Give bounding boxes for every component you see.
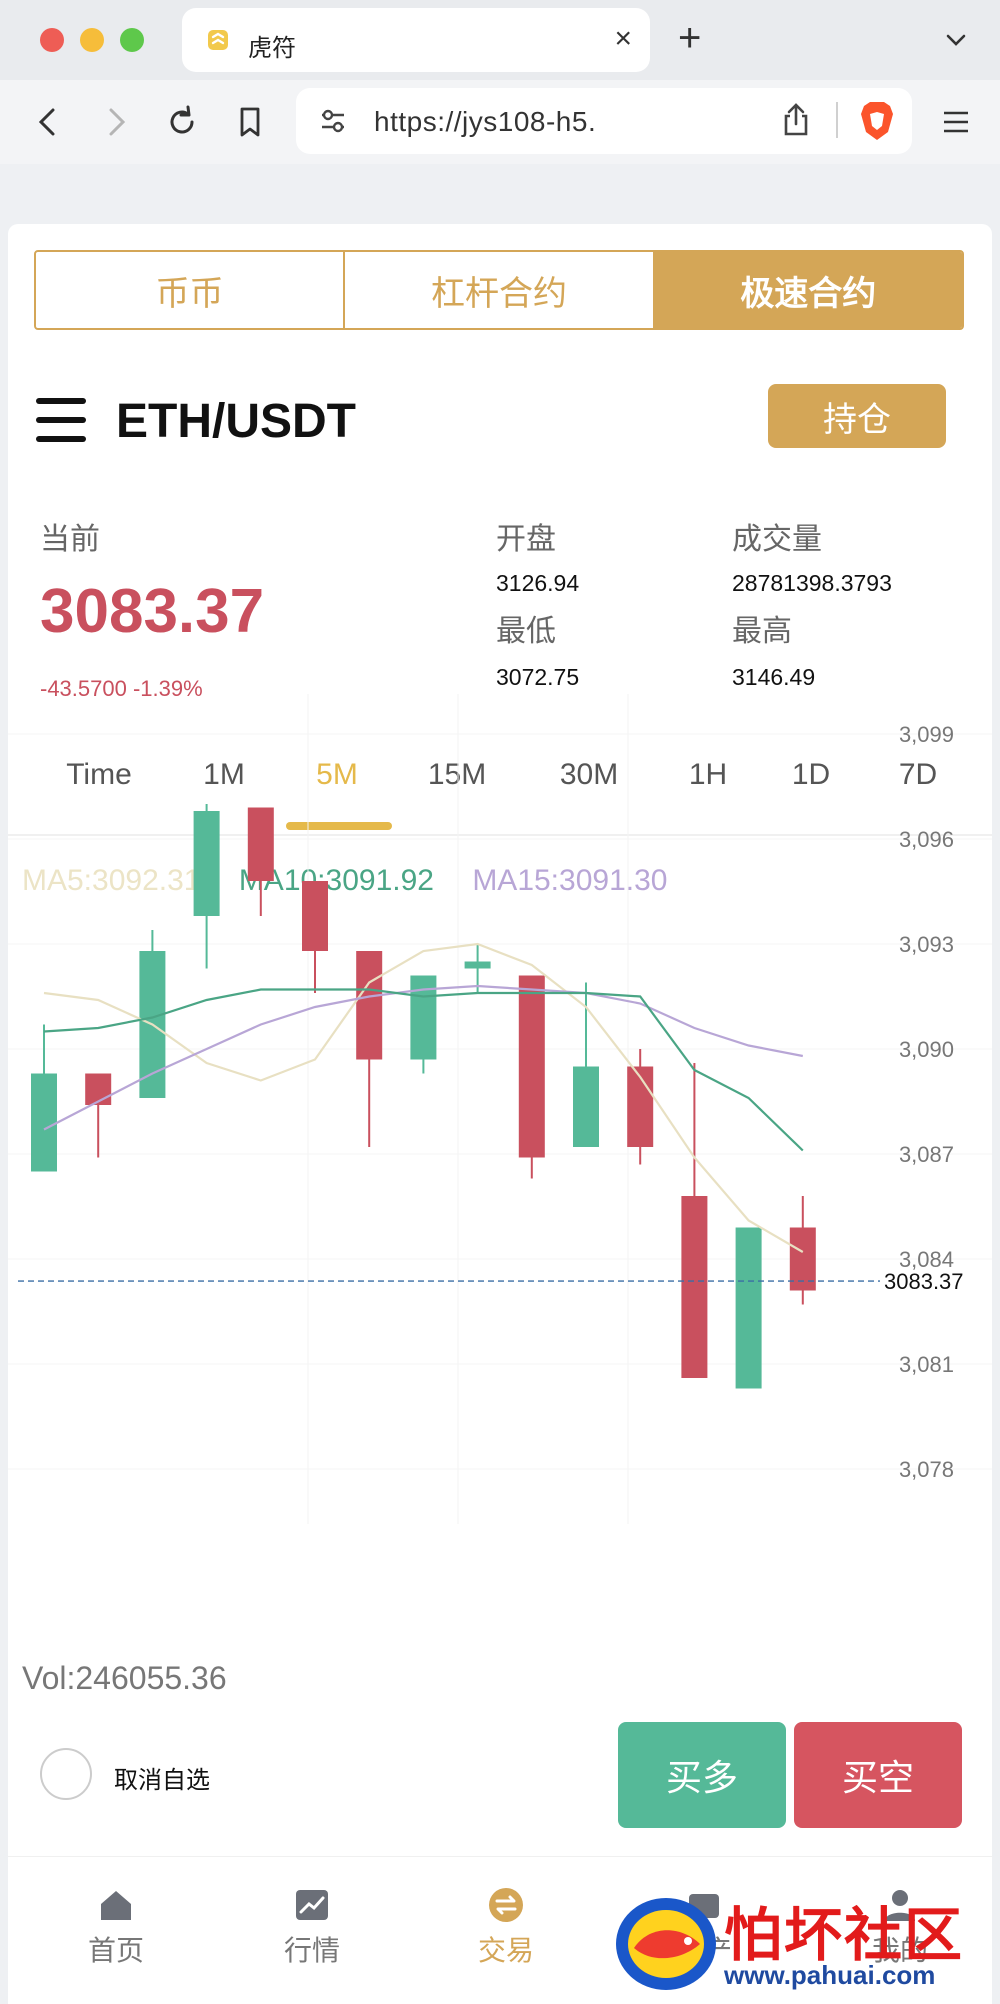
home-icon: [101, 1891, 131, 1920]
forward-icon[interactable]: [96, 102, 136, 142]
zoom-window-button[interactable]: [120, 28, 144, 52]
candle-body: [31, 1073, 57, 1172]
candle-body: [464, 961, 491, 969]
chevron-down-icon[interactable]: [940, 24, 972, 56]
chart-icon: [296, 1890, 328, 1920]
sell-short-button[interactable]: 买空: [794, 1722, 962, 1828]
watermark: 怕坏社区 www.pahuai.com: [604, 1886, 1000, 2004]
favorite-checkbox[interactable]: [40, 1748, 92, 1800]
url-text[interactable]: https://jys108-h5.: [374, 106, 596, 138]
back-icon[interactable]: [28, 102, 68, 142]
y-tick-label: 3,093: [899, 932, 954, 957]
favorite-label[interactable]: 取消自选: [114, 1760, 210, 1795]
brave-shield-icon[interactable]: [858, 100, 896, 142]
candle-body: [193, 811, 220, 916]
last-price-label: 3083.37: [884, 1269, 964, 1294]
browser-tab-bar: 虎符 × +: [0, 0, 1000, 80]
trading-page: 币币 杠杆合约 极速合约 ETH/USDT 持仓 当前 3083.37 -43.…: [8, 224, 992, 2004]
close-window-button[interactable]: [40, 28, 64, 52]
browser-nav-bar: https://jys108-h5.: [0, 80, 1000, 164]
site-favicon-icon: [208, 30, 228, 50]
browser-tab[interactable]: 虎符 ×: [182, 8, 650, 72]
candle-body: [573, 1066, 599, 1147]
candle-body: [356, 951, 383, 1060]
candle-body: [302, 881, 328, 951]
browser-menu-icon[interactable]: [936, 102, 976, 142]
new-tab-icon[interactable]: +: [678, 18, 701, 58]
exchange-icon: [489, 1888, 523, 1922]
y-tick-label: 3,081: [899, 1352, 954, 1377]
candlestick-chart[interactable]: 3,0993,0963,0933,0903,0873,0843,0813,078…: [8, 224, 992, 1654]
divider: [836, 102, 838, 138]
y-tick-label: 3,078: [899, 1457, 954, 1482]
nav-trade[interactable]: 交易: [436, 1885, 576, 1969]
y-tick-label: 3,099: [899, 722, 954, 747]
nav-market[interactable]: 行情: [242, 1885, 382, 1969]
reload-icon[interactable]: [162, 102, 202, 142]
site-settings-icon[interactable]: [316, 104, 350, 138]
y-tick-label: 3,090: [899, 1037, 954, 1062]
volume-text: Vol:246055.36: [22, 1660, 227, 1696]
close-tab-icon[interactable]: ×: [614, 24, 632, 54]
candle-body: [735, 1227, 762, 1389]
tab-title: 虎符: [248, 34, 296, 62]
y-tick-label: 3,096: [899, 827, 954, 852]
minimize-window-button[interactable]: [80, 28, 104, 52]
candle-body: [518, 975, 545, 1158]
watermark-url: www.pahuai.com: [724, 1960, 936, 1990]
y-tick-label: 3,087: [899, 1142, 954, 1167]
candle-body: [247, 807, 274, 881]
candle-body: [681, 1196, 708, 1378]
watermark-logo: [616, 1898, 716, 1990]
bookmark-icon[interactable]: [230, 102, 270, 142]
address-bar[interactable]: https://jys108-h5.: [296, 88, 912, 154]
nav-home[interactable]: 首页: [46, 1885, 186, 1969]
buy-long-button[interactable]: 买多: [618, 1722, 786, 1828]
share-icon[interactable]: [776, 100, 816, 140]
